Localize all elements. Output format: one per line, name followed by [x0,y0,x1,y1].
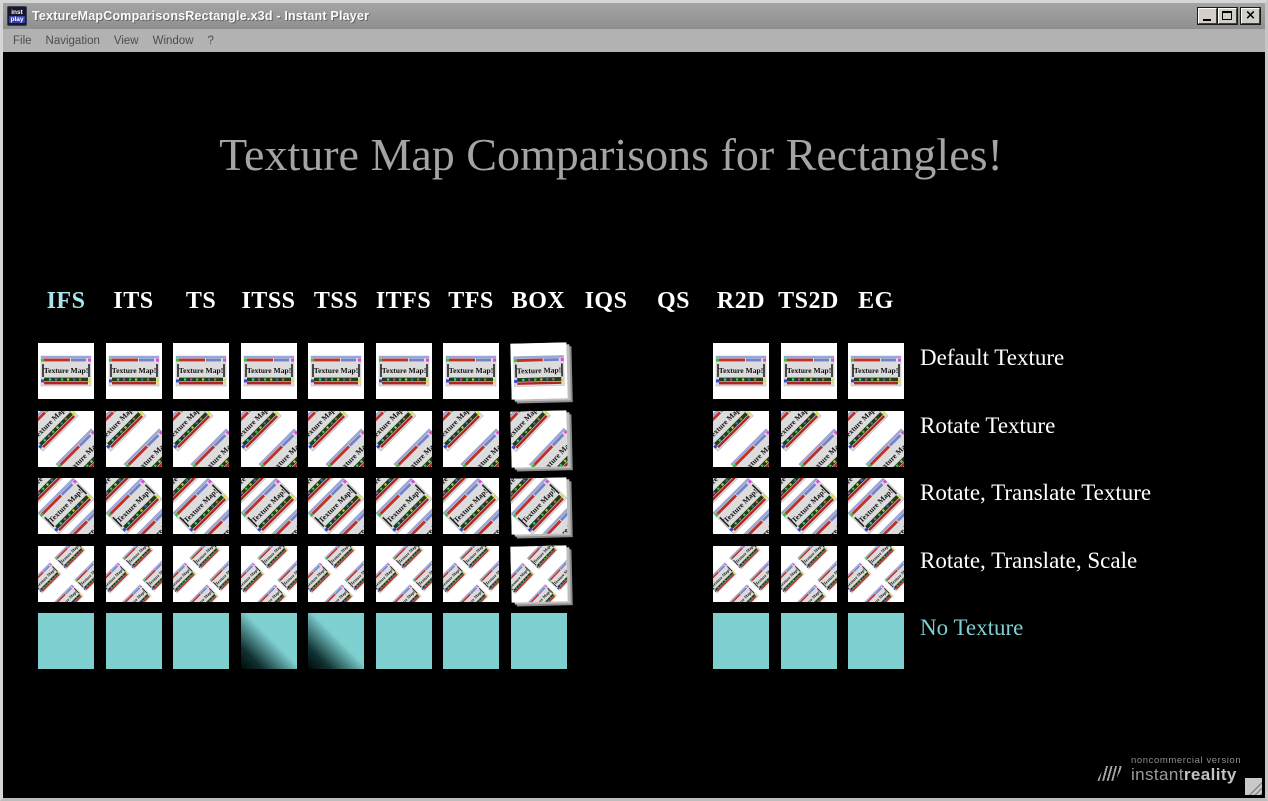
texture-cell-itfs-row5 [376,613,432,669]
resize-grip[interactable] [1245,778,1262,795]
texture-cell-ifs-row2 [38,411,94,467]
texture-cell-r2d-row3 [713,478,769,534]
minimize-button[interactable] [1198,8,1217,24]
texture-cell-r2d-row5 [713,613,769,669]
texture-cell-eg-row4 [848,546,904,602]
column-header-itfs: ITFS [369,288,439,315]
column-header-tfs: TFS [436,288,506,315]
menu-view[interactable]: View [107,32,146,50]
close-icon: × [1242,8,1259,24]
texture-cell-tfs-row2 [443,411,499,467]
resize-grip-hatch [1245,778,1262,795]
menu-navigation[interactable]: Navigation [39,32,107,50]
texture-cell-tss-row4 [308,546,364,602]
texture-cell-tss-row5 [308,613,364,669]
branding-name: instantreality [1131,766,1241,784]
instant-player-app-icon: inst play [7,6,27,26]
instant-player-window: inst play TextureMapComparisonsRectangle… [0,0,1268,801]
column-header-qs: QS [639,288,709,315]
column-header-ts2d: TS2D [774,288,844,315]
row-label-rotate-translate-texture: Rotate, Translate Texture [920,480,1151,506]
texture-cell-ts2d-row1 [781,343,837,399]
texture-cell-eg-row3 [848,478,904,534]
texture-cell-tfs-row1 [443,343,499,399]
texture-cell-ts-row5 [173,613,229,669]
menu-window[interactable]: Window [146,32,201,50]
texture-cell-ifs-row4 [38,546,94,602]
column-header-ifs: IFS [31,288,101,315]
maximize-icon [1222,11,1232,20]
texture-cell-eg-row1 [848,343,904,399]
texture-cell-itss-row3 [241,478,297,534]
row-label-default-texture: Default Texture [920,345,1064,371]
texture-cell-ts2d-row3 [781,478,837,534]
column-header-ts: TS [166,288,236,315]
texture-cell-itss-row1 [241,343,297,399]
texture-cell-tss-row1 [308,343,364,399]
texture-cell-its-row3 [106,478,162,534]
texture-cell-tss-row3 [308,478,364,534]
menu-help[interactable]: ? [201,32,221,50]
row-label-no-texture: No Texture [920,615,1023,641]
menu-file[interactable]: File [6,32,39,50]
texture-cell-its-row1 [106,343,162,399]
maximize-button[interactable] [1218,8,1237,24]
texture-cell-itss-row4 [241,546,297,602]
texture-cell-box-row3 [510,477,567,534]
texture-cell-ts2d-row4 [781,546,837,602]
close-button[interactable]: × [1241,8,1260,24]
column-header-its: ITS [99,288,169,315]
column-header-r2d: R2D [706,288,776,315]
texture-cell-box-row2 [510,410,567,467]
texture-cell-eg-row2 [848,411,904,467]
texture-cell-ts-row2 [173,411,229,467]
window-controls: × [1197,8,1260,24]
app-icon-text-bottom: play [9,16,24,23]
column-header-iqs: IQS [571,288,641,315]
viewport[interactable]: Texture Map Comparisons for Rectangles! … [3,52,1265,801]
scene-title: Texture Map Comparisons for Rectangles! [3,128,1219,181]
texture-cell-r2d-row2 [713,411,769,467]
column-header-box: BOX [504,288,574,315]
branding: noncommercial version instantreality [1097,756,1241,784]
texture-cell-box-row4 [510,545,567,602]
menubar: File Navigation View Window ? [3,29,1265,52]
texture-cell-tfs-row3 [443,478,499,534]
titlebar[interactable]: inst play TextureMapComparisonsRectangle… [3,3,1265,29]
texture-cell-its-row4 [106,546,162,602]
window-title: TextureMapComparisonsRectangle.x3d - Ins… [32,9,369,23]
texture-cell-ts2d-row5 [781,613,837,669]
texture-cell-ts2d-row2 [781,411,837,467]
texture-cell-r2d-row1 [713,343,769,399]
texture-cell-itfs-row1 [376,343,432,399]
texture-cell-itfs-row3 [376,478,432,534]
texture-cell-ts-row1 [173,343,229,399]
texture-cell-its-row2 [106,411,162,467]
texture-cell-ifs-row5 [38,613,94,669]
texture-cell-itfs-row4 [376,546,432,602]
texture-cell-tfs-row4 [443,546,499,602]
row-label-rotate-translate-scale: Rotate, Translate, Scale [920,548,1137,574]
texture-cell-tfs-row5 [443,613,499,669]
texture-cell-itfs-row2 [376,411,432,467]
texture-cell-box-row5 [511,613,567,669]
texture-cell-ts-row4 [173,546,229,602]
column-header-eg: EG [841,288,911,315]
row-label-rotate-texture: Rotate Texture [920,413,1055,439]
texture-cell-eg-row5 [848,613,904,669]
texture-cell-r2d-row4 [713,546,769,602]
instantreality-logo-icon [1097,766,1123,781]
texture-cell-tss-row2 [308,411,364,467]
texture-cell-ts-row3 [173,478,229,534]
texture-cell-ifs-row3 [38,478,94,534]
column-header-itss: ITSS [234,288,304,315]
texture-cell-its-row5 [106,613,162,669]
texture-cell-itss-row2 [241,411,297,467]
column-header-tss: TSS [301,288,371,315]
app-icon-text-top: inst [11,9,23,16]
texture-cell-box-row1 [510,342,567,399]
texture-cell-ifs-row1 [38,343,94,399]
texture-cell-itss-row5 [241,613,297,669]
minimize-icon [1203,19,1211,21]
